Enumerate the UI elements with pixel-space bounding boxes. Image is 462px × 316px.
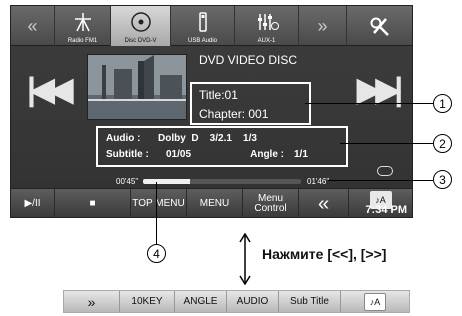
tab-radio-label: Radio FM1	[67, 38, 98, 44]
callout-4: 4	[147, 244, 166, 263]
setup-button[interactable]	[347, 6, 412, 46]
setup-tools-icon	[370, 17, 389, 36]
subtitle-label: Subtitle :	[106, 149, 149, 160]
usb-icon	[198, 12, 207, 32]
press-instruction: Нажмите [<<], [>>]	[262, 246, 387, 262]
skip-forward-icon: ▶▶|	[357, 71, 403, 107]
audio-label: Audio :	[106, 133, 141, 144]
tab-usb-label: USB Audio	[187, 38, 218, 44]
sound-settings-button-2[interactable]: ♪A	[341, 291, 409, 312]
audio-info-box: Audio : Dolby D 3/2.1 1/3 Subtitle : 01/…	[96, 126, 348, 167]
double-chevron-left-icon: «	[27, 15, 38, 36]
tab-usb[interactable]: USB Audio	[171, 6, 235, 46]
page-back-button[interactable]: «	[299, 189, 349, 217]
callout-1-line	[305, 103, 433, 104]
repeat-icon[interactable]	[377, 166, 393, 176]
angle-value: 1/1	[294, 149, 308, 160]
dvd-screen: « Radio FM1 Disc DVD-V USB Audio AUX-1 »…	[10, 5, 413, 218]
audio-value: Dolby D 3/2.1 1/3	[158, 133, 257, 144]
tab-aux[interactable]: AUX-1	[235, 6, 299, 46]
antenna-icon	[74, 13, 91, 32]
skip-back-icon: |◀◀	[27, 71, 73, 107]
title-chapter-box: Title:01 Chapter: 001	[190, 82, 311, 125]
menu-control-button[interactable]: Menu Control	[243, 189, 299, 217]
audio-button[interactable]: AUDIO	[227, 291, 279, 312]
music-audio-icon: ♪A	[364, 292, 386, 311]
angle-label: Angle :	[250, 149, 284, 160]
playback-control-bar: ▶/II ■ TOP MENU MENU Menu Control « ♪A	[11, 188, 412, 217]
source-prev-button[interactable]: «	[11, 6, 55, 46]
disc-icon	[130, 12, 151, 32]
source-tab-bar: « Radio FM1 Disc DVD-V USB Audio AUX-1 »	[11, 6, 412, 46]
chapter-number: Chapter: 001	[199, 107, 269, 121]
source-next-button[interactable]: »	[299, 6, 347, 46]
progress-bar[interactable]	[143, 179, 301, 184]
double-chevron-right-icon: »	[317, 15, 328, 36]
callout-1: 1	[433, 94, 452, 113]
title-number: Title:01	[199, 88, 238, 102]
callout-3-line	[328, 180, 433, 181]
elapsed-time: 00'45"	[116, 177, 139, 186]
previous-chapter-button[interactable]: |◀◀	[27, 70, 73, 108]
angle-button[interactable]: ANGLE	[175, 291, 227, 312]
tab-aux-label: AUX-1	[257, 38, 276, 44]
clock: 7:34 PM	[365, 204, 407, 216]
progress-fill	[143, 179, 191, 184]
stop-button[interactable]: ■	[55, 189, 131, 217]
menu-button[interactable]: MENU	[187, 189, 243, 217]
top-menu-button[interactable]: TOP MENU	[131, 189, 187, 217]
subtitle-button[interactable]: Sub Title	[279, 291, 341, 312]
callout-3: 3	[433, 170, 452, 189]
callout-2-line	[340, 143, 433, 144]
subtitle-value: 01/05	[166, 149, 192, 160]
tab-disc[interactable]: Disc DVD-V	[111, 6, 171, 46]
equalizer-icon	[257, 14, 279, 30]
tenkey-button[interactable]: 10KEY	[120, 291, 175, 312]
disc-type-label: DVD VIDEO DISC	[199, 53, 298, 67]
video-frame-image	[88, 55, 186, 119]
tab-radio[interactable]: Radio FM1	[55, 6, 111, 46]
double-arrow-icon	[239, 233, 251, 285]
video-thumbnail	[87, 54, 187, 120]
alternate-control-bar: » 10KEY ANGLE AUDIO Sub Title ♪A	[63, 290, 410, 313]
next-page-button[interactable]: »	[64, 291, 120, 312]
tab-disc-label: Disc DVD-V	[124, 38, 157, 44]
remaining-time: 01'46"	[307, 177, 330, 186]
play-pause-button[interactable]: ▶/II	[11, 189, 55, 217]
callout-4-line	[156, 182, 157, 245]
callout-2: 2	[433, 134, 452, 153]
